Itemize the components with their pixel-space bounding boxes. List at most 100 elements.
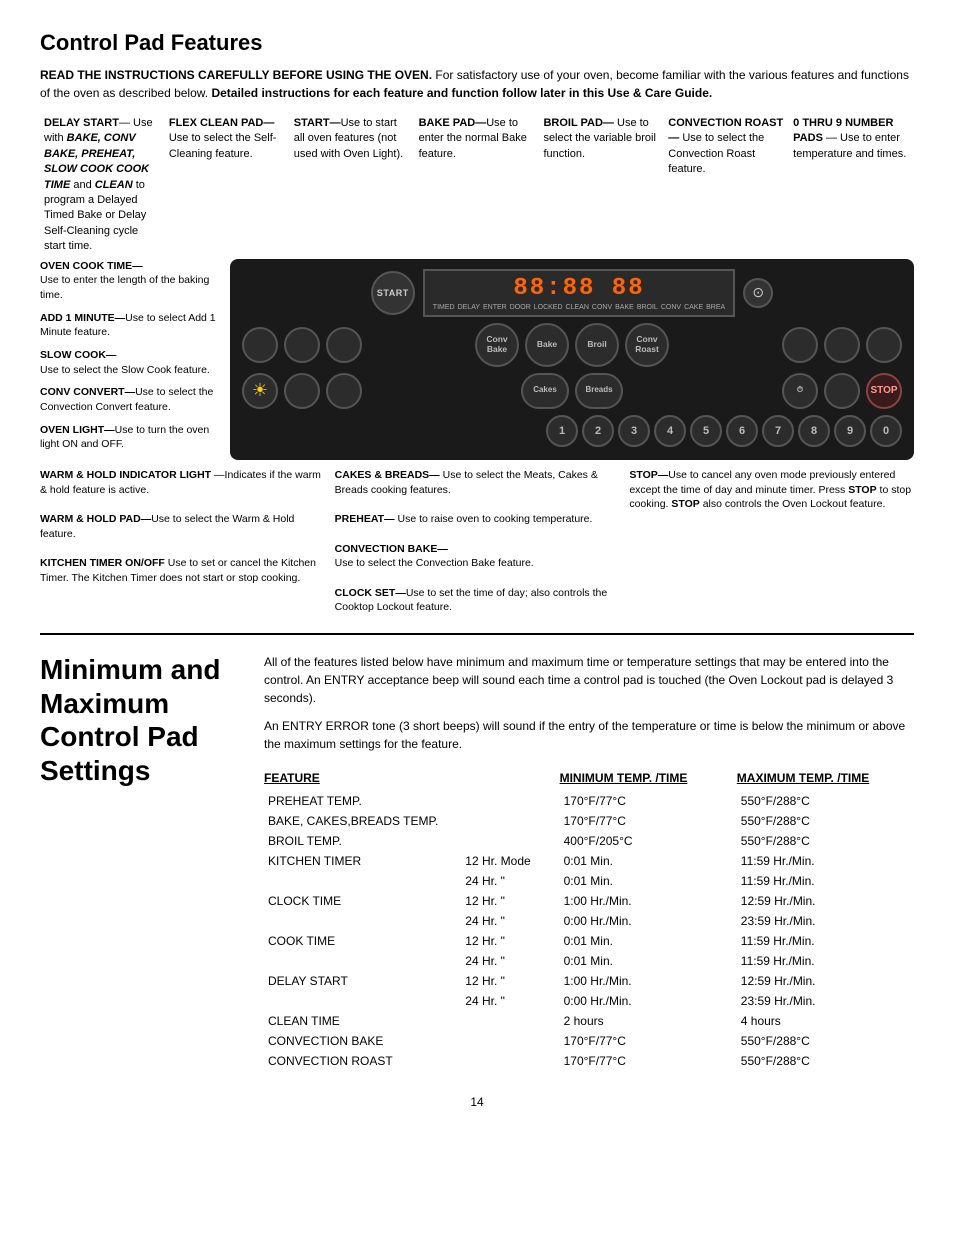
btn-conv-roast[interactable]: ConvRoast xyxy=(625,323,669,367)
start-button[interactable]: START xyxy=(371,271,415,315)
table-cell-12-0: CONVECTION BAKE xyxy=(264,1031,461,1051)
table-cell-2-3: 550°F/288°C xyxy=(737,831,914,851)
display-labels: TIMEDDELAYENTERDOORLOCKEDCLEAN CONVBAKEB… xyxy=(433,304,725,311)
table-row: 24 Hr. "0:00 Hr./Min.23:59 Hr./Min. xyxy=(264,991,914,1011)
oven-area: OVEN COOK TIME—Use to enter the length o… xyxy=(40,259,914,461)
btn-clock[interactable]: ⏱ xyxy=(782,373,818,409)
btn-blank-9[interactable] xyxy=(824,373,860,409)
label-clock-set: CLOCK SET—Use to set the time of day; al… xyxy=(335,586,620,615)
table-cell-6-3: 23:59 Hr./Min. xyxy=(737,911,914,931)
table-cell-1-1 xyxy=(461,811,559,831)
table-cell-0-3: 550°F/288°C xyxy=(737,791,914,811)
table-row: 24 Hr. "0:01 Min.11:59 Hr./Min. xyxy=(264,951,914,971)
table-cell-11-3: 4 hours xyxy=(737,1011,914,1031)
num-btn-6[interactable]: 6 xyxy=(726,415,758,447)
label-oven-cook-time: OVEN COOK TIME—Use to enter the length o… xyxy=(40,259,224,303)
label-start: START—Use to start all oven features (no… xyxy=(290,116,415,255)
oven-panel: START 88:88 88 TIMEDDELAYENTERDOORLOCKED… xyxy=(230,259,914,461)
oven-button-row1: ConvBake Bake Broil ConvRoast xyxy=(242,323,902,367)
section2-right: All of the features listed below have mi… xyxy=(264,653,914,1071)
num-btn-8[interactable]: 8 xyxy=(798,415,830,447)
table-cell-7-2: 0:01 Min. xyxy=(560,931,737,951)
btn-blank-1[interactable] xyxy=(242,327,278,363)
label-slow-cook: SLOW COOK—Use to select the Slow Cook fe… xyxy=(40,348,224,377)
settings-table: FEATURE MINIMUM TEMP. /TIME MAXIMUM TEMP… xyxy=(264,769,914,1071)
below-oven-labels: WARM & HOLD INDICATOR LIGHT —Indicates i… xyxy=(40,468,914,615)
table-cell-0-1 xyxy=(461,791,559,811)
num-btn-2[interactable]: 2 xyxy=(582,415,614,447)
oven-display-row: START 88:88 88 TIMEDDELAYENTERDOORLOCKED… xyxy=(242,269,902,317)
table-cell-8-1: 24 Hr. " xyxy=(461,951,559,971)
table-row: CONVECTION ROAST170°F/77°C550°F/288°C xyxy=(264,1051,914,1071)
btn-blank-6[interactable] xyxy=(866,327,902,363)
table-cell-6-2: 0:00 Hr./Min. xyxy=(560,911,737,931)
btn-blank-2[interactable] xyxy=(284,327,320,363)
table-cell-0-2: 170°F/77°C xyxy=(560,791,737,811)
header-min-temp: MINIMUM TEMP. /TIME xyxy=(560,769,737,791)
label-delay-start: DELAY START— Use with BAKE, CONV BAKE, P… xyxy=(40,116,165,255)
label-warm-hold-indicator: WARM & HOLD INDICATOR LIGHT —Indicates i… xyxy=(40,468,325,497)
num-btn-7[interactable]: 7 xyxy=(762,415,794,447)
label-broil-pad: BROIL PAD— Use to select the variable br… xyxy=(539,116,664,255)
stop-button[interactable]: STOP xyxy=(866,373,902,409)
table-row: KITCHEN TIMER12 Hr. Mode0:01 Min.11:59 H… xyxy=(264,851,914,871)
btn-blank-8[interactable] xyxy=(326,373,362,409)
table-cell-7-3: 11:59 Hr./Min. xyxy=(737,931,914,951)
btn-blank-4[interactable] xyxy=(782,327,818,363)
table-header: FEATURE MINIMUM TEMP. /TIME MAXIMUM TEMP… xyxy=(264,769,914,791)
table-cell-9-0: DELAY START xyxy=(264,971,461,991)
oven-light-button[interactable]: ☀ xyxy=(242,373,278,409)
table-cell-8-2: 0:01 Min. xyxy=(560,951,737,971)
table-cell-11-2: 2 hours xyxy=(560,1011,737,1031)
top-labels-row: DELAY START— Use with BAKE, CONV BAKE, P… xyxy=(40,116,914,255)
btn-bake[interactable]: Bake xyxy=(525,323,569,367)
table-cell-6-0 xyxy=(264,911,461,931)
intro-bold: READ THE INSTRUCTIONS CAREFULLY BEFORE U… xyxy=(40,68,432,82)
page-number: 14 xyxy=(40,1095,914,1109)
label-flex-clean: FLEX CLEAN PAD— Use to select the Self-C… xyxy=(165,116,290,255)
table-cell-13-3: 550°F/288°C xyxy=(737,1051,914,1071)
table-cell-4-1: 24 Hr. " xyxy=(461,871,559,891)
table-cell-2-1 xyxy=(461,831,559,851)
header-max-temp: MAXIMUM TEMP. /TIME xyxy=(737,769,914,791)
num-btn-5[interactable]: 5 xyxy=(690,415,722,447)
table-cell-1-0: BAKE, CAKES,BREADS TEMP. xyxy=(264,811,461,831)
num-btn-4[interactable]: 4 xyxy=(654,415,686,447)
btn-blank-3[interactable] xyxy=(326,327,362,363)
label-convection-bake: CONVECTION BAKE—Use to select the Convec… xyxy=(335,542,620,571)
table-row: 24 Hr. "0:01 Min.11:59 Hr./Min. xyxy=(264,871,914,891)
table-cell-9-3: 12:59 Hr./Min. xyxy=(737,971,914,991)
num-btn-1[interactable]: 1 xyxy=(546,415,578,447)
btn-broil[interactable]: Broil xyxy=(575,323,619,367)
table-cell-8-0 xyxy=(264,951,461,971)
table-cell-12-1 xyxy=(461,1031,559,1051)
number-pads-row: 1 2 3 4 5 6 7 8 9 0 xyxy=(242,415,902,447)
section2-para2: An ENTRY ERROR tone (3 short beeps) will… xyxy=(264,717,914,753)
label-warm-hold-pad: WARM & HOLD PAD—Use to select the Warm &… xyxy=(40,512,325,541)
btn-conv-bake[interactable]: ConvBake xyxy=(475,323,519,367)
table-cell-3-2: 0:01 Min. xyxy=(560,851,737,871)
table-cell-12-3: 550°F/288°C xyxy=(737,1031,914,1051)
display-digits: 88:88 88 xyxy=(513,275,644,302)
table-cell-9-2: 1:00 Hr./Min. xyxy=(560,971,737,991)
table-cell-1-3: 550°F/288°C xyxy=(737,811,914,831)
num-btn-9[interactable]: 9 xyxy=(834,415,866,447)
btn-cakes[interactable]: Cakes xyxy=(521,373,569,409)
table-cell-7-0: COOK TIME xyxy=(264,931,461,951)
table-cell-10-3: 23:59 Hr./Min. xyxy=(737,991,914,1011)
table-cell-4-0 xyxy=(264,871,461,891)
num-btn-0[interactable]: 0 xyxy=(870,415,902,447)
table-row: 24 Hr. "0:00 Hr./Min.23:59 Hr./Min. xyxy=(264,911,914,931)
below-col-3: STOP—Use to cancel any oven mode previou… xyxy=(629,468,914,615)
btn-blank-5[interactable] xyxy=(824,327,860,363)
btn-breads[interactable]: Breads xyxy=(575,373,623,409)
table-row: CLEAN TIME 2 hours4 hours xyxy=(264,1011,914,1031)
btn-blank-7[interactable] xyxy=(284,373,320,409)
table-row: BROIL TEMP.400°F/205°C550°F/288°C xyxy=(264,831,914,851)
num-btn-3[interactable]: 3 xyxy=(618,415,650,447)
table-cell-10-2: 0:00 Hr./Min. xyxy=(560,991,737,1011)
section2: Minimum and Maximum Control Pad Settings… xyxy=(40,653,914,1071)
table-cell-11-0: CLEAN TIME xyxy=(264,1011,461,1031)
label-stop: STOP—Use to cancel any oven mode previou… xyxy=(629,468,914,512)
oven-button-row2: ☀ Cakes Breads ⏱ STOP xyxy=(242,373,902,409)
